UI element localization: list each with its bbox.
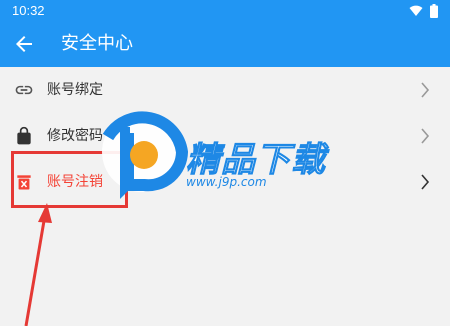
- watermark-text: 精品下载: [186, 140, 326, 181]
- watermark-url: www.j9p.com: [186, 175, 267, 189]
